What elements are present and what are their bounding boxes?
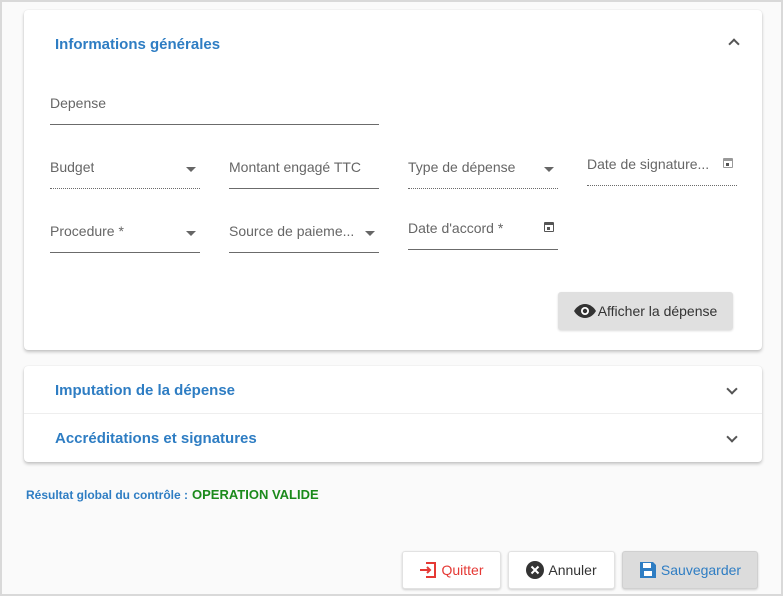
floppy-disk-icon [639, 562, 656, 578]
dropdown-arrow-icon [186, 167, 196, 172]
show-expense-button[interactable]: Afficher la dépense [558, 292, 733, 330]
type-depense-select[interactable]: Type de dépense [408, 159, 558, 189]
chevron-up-icon[interactable] [728, 38, 740, 50]
imputation-title[interactable]: Imputation de la dépense [55, 382, 235, 399]
general-info-panel: Informations générales Depense Budget Mo… [24, 10, 762, 350]
montant-label: Montant engagé TTC [229, 159, 362, 175]
dropdown-arrow-icon [544, 167, 554, 172]
source-paiement-select[interactable]: Source de paieme... [229, 223, 379, 253]
close-circle-icon [526, 561, 545, 579]
section-divider [24, 413, 762, 414]
exit-icon [420, 562, 437, 578]
result-status: OPERATION VALIDE [192, 487, 319, 502]
quit-label: Quitter [441, 562, 484, 578]
chevron-down-icon[interactable] [726, 431, 738, 443]
depense-label: Depense [50, 95, 107, 111]
quit-button[interactable]: Quitter [402, 551, 501, 589]
show-expense-label: Afficher la dépense [597, 303, 718, 319]
budget-label: Budget [50, 159, 95, 175]
date-accord-label: Date d'accord * [408, 220, 504, 236]
source-paiement-label: Source de paieme... [229, 223, 355, 239]
dropdown-arrow-icon [186, 231, 196, 236]
eye-icon [573, 304, 596, 318]
result-label: Résultat global du contrôle : [26, 488, 189, 502]
global-result: Résultat global du contrôle : OPERATION V… [26, 487, 319, 502]
calendar-icon[interactable] [723, 158, 733, 168]
procedure-label: Procedure * [50, 223, 124, 239]
date-signature-field[interactable]: Date de signature... [587, 156, 737, 186]
date-signature-label: Date de signature... [587, 156, 710, 172]
chevron-down-icon[interactable] [726, 383, 738, 395]
dropdown-arrow-icon [365, 231, 375, 236]
save-button[interactable]: Sauvegarder [622, 551, 758, 589]
save-label: Sauvegarder [660, 562, 742, 578]
general-info-title[interactable]: Informations générales [55, 36, 220, 53]
type-depense-label: Type de dépense [408, 159, 516, 175]
cancel-label: Annuler [548, 562, 597, 578]
budget-select[interactable]: Budget [50, 159, 200, 189]
date-accord-field[interactable]: Date d'accord * [408, 220, 558, 250]
collapsed-sections-panel: Imputation de la dépense Accréditations … [24, 366, 762, 462]
procedure-select[interactable]: Procedure * [50, 223, 200, 253]
cancel-button[interactable]: Annuler [508, 551, 615, 589]
montant-field[interactable]: Montant engagé TTC [229, 159, 379, 189]
calendar-icon[interactable] [544, 222, 554, 232]
depense-field[interactable]: Depense [50, 95, 379, 125]
accreditations-title[interactable]: Accréditations et signatures [55, 430, 257, 447]
